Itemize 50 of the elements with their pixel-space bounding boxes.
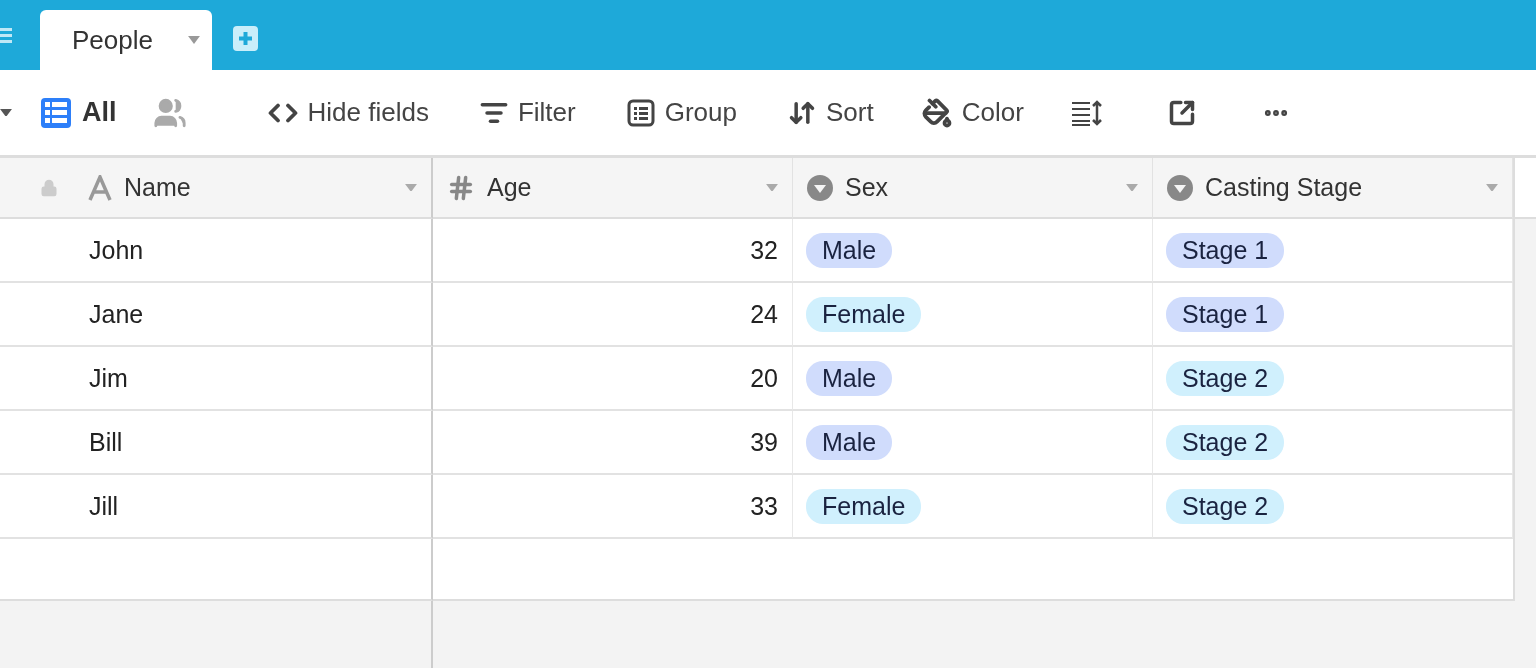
column-header[interactable]: Age bbox=[433, 158, 793, 219]
table-cell: 24 bbox=[433, 283, 793, 347]
paint-bucket-icon bbox=[921, 97, 952, 128]
column-menu-caret-icon[interactable] bbox=[766, 183, 778, 192]
option-tag: Male bbox=[806, 360, 893, 396]
lock-icon bbox=[40, 178, 58, 197]
option-tag: Male bbox=[806, 232, 893, 268]
row-height-icon[interactable] bbox=[1071, 99, 1102, 126]
table-cell: Jill bbox=[0, 475, 433, 539]
table-cell: 20 bbox=[433, 347, 793, 411]
table-cell: 32 bbox=[433, 219, 793, 283]
option-tag: Stage 2 bbox=[1166, 488, 1285, 524]
dropdown-field-icon bbox=[807, 174, 833, 201]
column-header[interactable]: Name bbox=[0, 158, 433, 219]
share-icon[interactable] bbox=[1167, 98, 1196, 127]
sort-button[interactable]: Sort bbox=[779, 91, 882, 134]
column-header[interactable]: Casting Stage bbox=[1153, 158, 1513, 219]
hide-button[interactable]: Hide fields bbox=[259, 91, 437, 134]
column-header[interactable]: Sex bbox=[793, 158, 1153, 219]
option-tag: Stage 2 bbox=[1166, 424, 1285, 460]
filter-button[interactable]: Filter bbox=[471, 91, 584, 134]
column-menu-caret-icon[interactable] bbox=[1126, 183, 1138, 192]
text-field-icon bbox=[88, 174, 112, 201]
group-icon bbox=[626, 98, 655, 127]
option-tag: Male bbox=[806, 424, 893, 460]
option-tag: Stage 1 bbox=[1166, 232, 1285, 268]
option-tag: Female bbox=[806, 488, 922, 524]
caret-icon[interactable] bbox=[188, 36, 200, 44]
add-table-icon[interactable] bbox=[233, 26, 258, 51]
option-tag: Stage 1 bbox=[1166, 296, 1285, 332]
view-switcher[interactable]: All bbox=[32, 90, 125, 135]
table-cell: Bill bbox=[0, 411, 433, 475]
table-cell: Jane bbox=[0, 283, 433, 347]
table-cell: 33 bbox=[433, 475, 793, 539]
empty-row-cell[interactable] bbox=[0, 539, 433, 601]
column-menu-caret-icon[interactable] bbox=[1486, 183, 1498, 192]
menu-icon[interactable] bbox=[0, 28, 12, 44]
color-button[interactable]: Color bbox=[913, 91, 1032, 134]
table-cell: John bbox=[0, 219, 433, 283]
table-tab[interactable]: People bbox=[40, 10, 212, 70]
table-cell: 39 bbox=[433, 411, 793, 475]
grid-view-icon bbox=[40, 96, 72, 129]
dropdown-field-icon bbox=[1167, 174, 1193, 201]
option-tag: Stage 2 bbox=[1166, 360, 1285, 396]
group-button[interactable]: Group bbox=[618, 91, 745, 134]
view-menu-caret-icon[interactable] bbox=[0, 108, 12, 117]
number-field-icon bbox=[447, 173, 475, 202]
table-cell: Jim bbox=[0, 347, 433, 411]
option-tag: Female bbox=[806, 296, 922, 332]
column-menu-caret-icon[interactable] bbox=[405, 183, 417, 192]
